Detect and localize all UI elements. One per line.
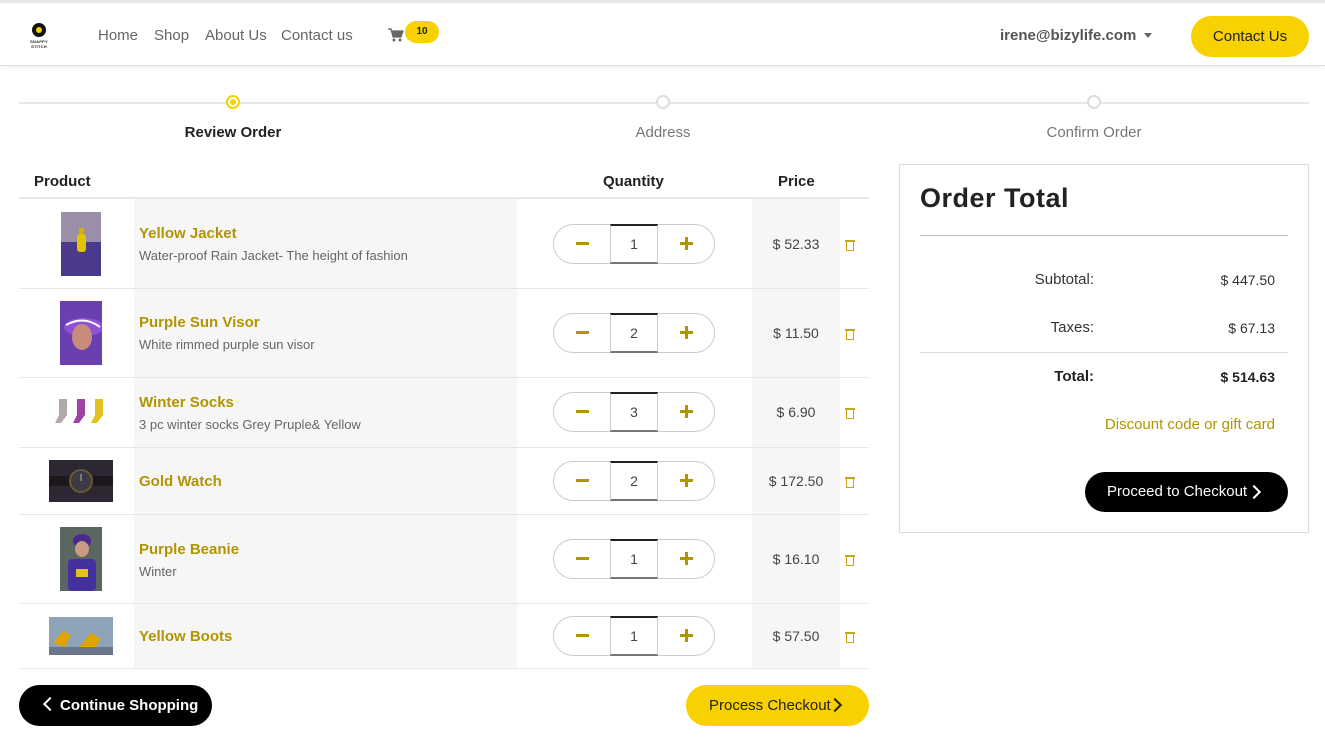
process-checkout-label: Process Checkout <box>709 697 831 714</box>
quantity-input[interactable] <box>610 224 658 264</box>
quantity-stepper <box>553 313 715 353</box>
continue-shopping-label: Continue Shopping <box>60 697 199 714</box>
quantity-input[interactable] <box>610 539 658 579</box>
col-header-quantity: Quantity <box>603 173 664 190</box>
product-price: $ 52.33 <box>772 236 820 252</box>
step-review-dot <box>226 95 240 109</box>
step-address-dot <box>656 95 670 109</box>
plus-icon[interactable] <box>658 540 714 578</box>
purple-beanie-thumbnail[interactable] <box>60 527 102 591</box>
trash-icon[interactable] <box>845 476 855 488</box>
trash-icon[interactable] <box>845 407 855 419</box>
product-price: $ 11.50 <box>773 325 819 341</box>
winter-socks-thumbnail[interactable] <box>53 397 109 427</box>
product-price: $ 57.50 <box>772 628 820 644</box>
product-name[interactable]: Purple Beanie <box>139 541 239 558</box>
brand-logo[interactable]: SNAPPY STITCH <box>22 21 56 49</box>
table-row: Purple Sun Visor White rimmed purple sun… <box>19 289 869 378</box>
step-confirm-order: Confirm Order <box>1046 124 1142 141</box>
minus-icon[interactable] <box>554 225 610 263</box>
plus-icon[interactable] <box>658 462 714 500</box>
product-description: Winter <box>139 564 177 579</box>
plus-icon[interactable] <box>658 225 714 263</box>
quantity-stepper <box>553 616 715 656</box>
step-address: Address <box>635 124 691 141</box>
plus-icon[interactable] <box>658 314 714 352</box>
quantity-stepper <box>553 461 715 501</box>
user-menu[interactable]: irene@bizylife.com <box>1000 27 1136 44</box>
quantity-stepper <box>553 224 715 264</box>
trash-icon[interactable] <box>845 328 855 340</box>
product-price: $ 16.10 <box>772 551 820 567</box>
col-header-product: Product <box>34 173 91 190</box>
proceed-to-checkout-label: Proceed to Checkout <box>1107 483 1248 500</box>
quantity-input[interactable] <box>610 313 658 353</box>
product-name[interactable]: Purple Sun Visor <box>139 314 260 331</box>
table-row: Yellow Jacket Water-proof Rain Jacket- T… <box>19 199 869 289</box>
cart-count-badge: 10 <box>405 21 439 43</box>
minus-icon[interactable] <box>554 462 610 500</box>
product-name[interactable]: Yellow Boots <box>139 628 232 645</box>
proceed-to-checkout-button[interactable]: Proceed to Checkout <box>1085 472 1288 512</box>
minus-icon[interactable] <box>554 617 610 655</box>
step-review-order: Review Order <box>184 124 282 141</box>
col-header-price: Price <box>778 173 815 190</box>
nav-about-us[interactable]: About Us <box>205 27 267 44</box>
quantity-stepper <box>553 392 715 432</box>
yellow-boots-thumbnail[interactable] <box>49 617 113 655</box>
table-row: Purple Beanie Winter $ 16.10 <box>19 515 869 604</box>
nav-contact-us[interactable]: Contact us <box>281 27 353 44</box>
product-name[interactable]: Gold Watch <box>139 473 222 490</box>
gold-watch-thumbnail[interactable] <box>49 460 113 502</box>
table-row: Gold Watch $ 172.50 <box>19 448 869 515</box>
trash-icon[interactable] <box>845 631 855 643</box>
taxes-value: $ 67.13 <box>1228 320 1275 336</box>
taxes-label: Taxes: <box>1050 319 1094 336</box>
cart-icon[interactable] <box>388 27 404 43</box>
product-price: $ 6.90 <box>776 404 816 420</box>
nav-shop[interactable]: Shop <box>154 27 189 44</box>
order-total-card: Order Total Subtotal: $ 447.50 Taxes: $ … <box>899 164 1309 533</box>
quantity-stepper <box>553 539 715 579</box>
process-checkout-button[interactable]: Process Checkout <box>686 685 869 726</box>
table-row: Yellow Boots $ 57.50 <box>19 604 869 669</box>
nav-home[interactable]: Home <box>98 27 138 44</box>
minus-icon[interactable] <box>554 393 610 431</box>
discount-code-link[interactable]: Discount code or gift card <box>1105 416 1275 433</box>
product-price: $ 172.50 <box>768 473 824 489</box>
caret-down-icon[interactable] <box>1144 33 1152 38</box>
plus-icon[interactable] <box>658 617 714 655</box>
product-description: 3 pc winter socks Grey Pruple& Yellow <box>139 417 361 432</box>
divider <box>920 352 1288 353</box>
chevron-right-icon <box>1246 484 1262 500</box>
minus-icon[interactable] <box>554 314 610 352</box>
purple-sun-visor-thumbnail[interactable] <box>60 301 102 365</box>
divider <box>920 235 1288 236</box>
total-label: Total: <box>1054 368 1094 385</box>
trash-icon[interactable] <box>845 239 855 251</box>
product-name[interactable]: Yellow Jacket <box>139 225 237 242</box>
logo-text: SNAPPY STITCH <box>30 39 48 49</box>
contact-us-button[interactable]: Contact Us <box>1191 16 1309 57</box>
top-navbar: SNAPPY STITCH Home Shop About Us Contact… <box>0 0 1325 66</box>
total-value: $ 514.63 <box>1220 369 1276 385</box>
quantity-input[interactable] <box>610 616 658 656</box>
product-description: White rimmed purple sun visor <box>139 337 315 352</box>
logo-mark-icon <box>32 23 46 37</box>
order-total-title: Order Total <box>920 183 1070 213</box>
trash-icon[interactable] <box>845 554 855 566</box>
subtotal-value: $ 447.50 <box>1220 272 1276 288</box>
table-row: Winter Socks 3 pc winter socks Grey Prup… <box>19 378 869 448</box>
product-name[interactable]: Winter Socks <box>139 394 234 411</box>
chevron-left-icon <box>42 696 58 712</box>
quantity-input[interactable] <box>610 461 658 501</box>
subtotal-label: Subtotal: <box>1034 271 1094 288</box>
quantity-input[interactable] <box>610 392 658 432</box>
plus-icon[interactable] <box>658 393 714 431</box>
yellow-jacket-thumbnail[interactable] <box>61 212 101 276</box>
continue-shopping-button[interactable]: Continue Shopping <box>19 685 212 726</box>
product-description: Water-proof Rain Jacket- The height of f… <box>139 248 408 263</box>
minus-icon[interactable] <box>554 540 610 578</box>
step-confirm-dot <box>1087 95 1101 109</box>
